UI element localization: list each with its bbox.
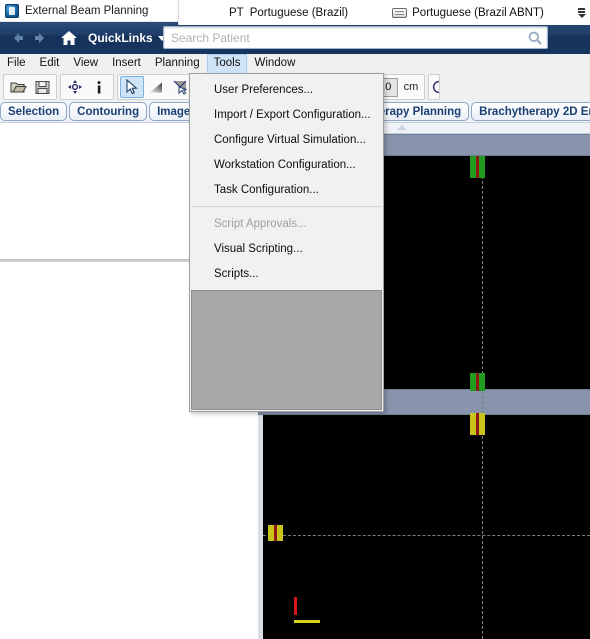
home-icon[interactable] <box>58 27 80 49</box>
menu-item-insert[interactable]: Insert <box>105 54 148 73</box>
axis-vertical <box>294 597 297 615</box>
more-tools-icon[interactable] <box>431 76 440 98</box>
save-icon[interactable] <box>30 76 54 98</box>
menu-item-planning[interactable]: Planning <box>148 54 207 73</box>
unit-label-right: cm <box>403 81 419 93</box>
forward-arrow-icon[interactable] <box>32 28 52 48</box>
applicator-marker-yellow-left[interactable] <box>268 525 285 541</box>
crosshair-horizontal-line <box>263 535 590 536</box>
applicator-marker-green-mid[interactable] <box>470 373 485 391</box>
search-patient-box[interactable] <box>163 26 548 49</box>
back-arrow-icon[interactable] <box>6 28 26 48</box>
open-folder-icon[interactable] <box>6 76 30 98</box>
ime-keyboard-name: Portuguese (Brazil ABNT) <box>412 6 544 19</box>
ime-language-option[interactable]: PT Portuguese (Brazil) <box>229 7 348 19</box>
menu-option-scripts[interactable]: Scripts... <box>190 261 383 286</box>
quicklinks-label: QuickLinks <box>88 31 153 45</box>
search-input[interactable] <box>164 29 523 46</box>
search-icon[interactable] <box>523 27 547 48</box>
ime-keyboard-option[interactable]: Portuguese (Brazil ABNT) <box>392 7 544 19</box>
application-window: External Beam Planning PT Portuguese (Br… <box>0 0 590 639</box>
applicator-marker-yellow-mid[interactable] <box>470 413 485 435</box>
menu-item-tools[interactable]: Tools <box>206 54 248 73</box>
menu-option-task-configuration[interactable]: Task Configuration... <box>190 177 383 202</box>
ime-language-flyout[interactable]: PT Portuguese (Brazil) Portuguese (Brazi… <box>178 0 590 25</box>
window-level-icon[interactable] <box>144 76 168 98</box>
toolbar-group-extra <box>428 74 441 100</box>
orientation-axis-indicator <box>294 597 320 623</box>
axis-horizontal <box>294 620 320 623</box>
tab-brachytherapy-2d-entry[interactable]: Brachytherapy 2D Ent <box>471 102 590 121</box>
menu-option-script-approvals: Script Approvals... <box>214 217 307 230</box>
window-title: External Beam Planning <box>25 4 149 17</box>
menu-submenu-placeholder-panel <box>191 290 382 410</box>
ime-more-icon[interactable] <box>577 7 586 18</box>
cursor-arrow-icon[interactable] <box>120 76 144 98</box>
ime-language-abbr: PT <box>229 6 244 19</box>
tab-selection[interactable]: Selection <box>0 102 68 121</box>
menu-option-user-preferences[interactable]: User Preferences... <box>190 77 383 102</box>
quicklinks-menu[interactable]: QuickLinks <box>88 31 166 45</box>
menu-item-window[interactable]: Window <box>247 54 302 73</box>
application-icon <box>5 3 19 18</box>
menu-item-file[interactable]: File <box>0 54 33 73</box>
menu-option-workstation-configuration[interactable]: Workstation Configuration... <box>190 152 383 177</box>
applicator-marker-green-top[interactable] <box>470 156 485 178</box>
menu-option-import-export-configuration[interactable]: Import / Export Configuration... <box>190 102 383 127</box>
ime-language-name: Portuguese (Brazil) <box>249 6 349 19</box>
keyboard-icon <box>392 7 408 18</box>
menu-item-edit[interactable]: Edit <box>33 54 67 73</box>
menu-bar: File Edit View Insert Planning Tools Win… <box>0 54 590 73</box>
menu-option-visual-scripting[interactable]: Visual Scripting... <box>190 236 383 261</box>
menu-separator <box>192 206 381 207</box>
menu-option-configure-virtual-simulation[interactable]: Configure Virtual Simulation... <box>190 127 383 152</box>
move-crosshair-icon[interactable] <box>63 76 87 98</box>
menu-item-view[interactable]: View <box>66 54 105 73</box>
navigation-bar: QuickLinks <box>0 22 590 54</box>
toolbar-group-navigation <box>60 74 114 100</box>
toolbar-group-file <box>3 74 57 100</box>
tools-dropdown-menu: User Preferences... Import / Export Conf… <box>189 73 384 412</box>
info-icon[interactable] <box>87 76 111 98</box>
crosshair-vertical-line <box>482 156 483 639</box>
tab-contouring[interactable]: Contouring <box>69 102 148 121</box>
